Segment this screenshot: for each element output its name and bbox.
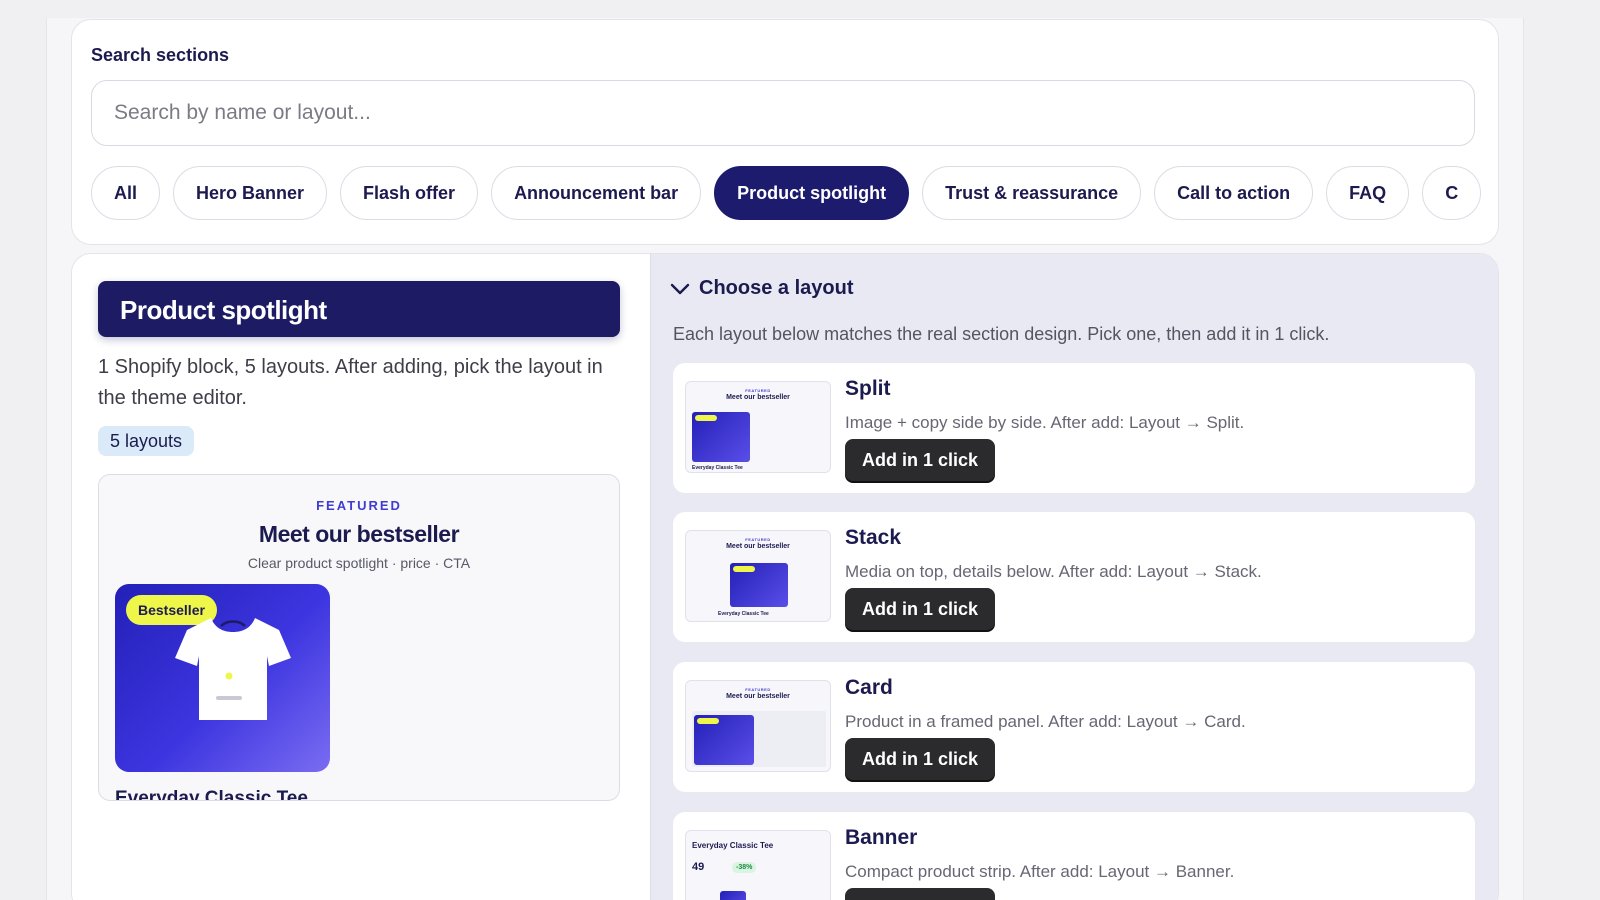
preview-headline: Meet our bestseller	[258, 521, 460, 547]
section-preview: FEATURED Meet our bestseller Clear produ…	[98, 474, 620, 801]
tshirt-icon	[175, 618, 291, 720]
layout-thumbnail-banner: Everyday Classic Tee 49 -38%	[685, 830, 831, 900]
layout-name: Stack	[845, 526, 902, 549]
filter-chip-faq[interactable]: FAQ	[1326, 166, 1410, 220]
layout-thumbnail-card: FEATURED Meet our bestseller	[685, 680, 831, 772]
layout-description: Image + copy side by side. After add: La…	[845, 413, 1245, 432]
thumb-headline: Meet our bestseller	[726, 693, 790, 700]
filter-chip-truncated[interactable]: C	[1422, 166, 1482, 220]
layout-description: Product in a framed panel. After add: La…	[845, 712, 1246, 731]
thumb-product: Everyday Classic Tee	[692, 465, 743, 471]
thumb-image	[720, 891, 746, 900]
filter-chip-trust-reassurance[interactable]: Trust & reassurance	[922, 166, 1142, 220]
thumb-eyebrow: FEATURED	[745, 687, 771, 692]
thumb-image	[694, 715, 754, 765]
thumb-image	[730, 563, 788, 607]
thumb-headline: Meet our bestseller	[726, 394, 790, 401]
preview-eyebrow: FEATURED	[316, 498, 402, 513]
section-title: Product spotlight	[98, 281, 620, 337]
search-input[interactable]	[91, 80, 1475, 146]
layout-description: Media on top, details below. After add: …	[845, 562, 1262, 581]
section-summary: Product spotlight 1 Shopify block, 5 lay…	[72, 254, 650, 900]
thumb-product: Everyday Classic Tee	[692, 841, 774, 850]
layout-chooser-description: Each layout below matches the real secti…	[673, 324, 1330, 344]
thumb-eyebrow: FEATURED	[745, 537, 771, 542]
layout-count-badge: 5 layouts	[98, 426, 195, 456]
layout-thumbnail-split: FEATURED Meet our bestseller Everyday Cl…	[685, 381, 831, 473]
layout-thumbnail-stack: FEATURED Meet our bestseller Everyday Cl…	[685, 530, 831, 622]
choose-layout-heading: Choose a layout	[699, 277, 854, 299]
thumb-image	[692, 412, 750, 462]
thumb-product: Everyday Classic Tee	[718, 611, 769, 617]
preview-product-image: Bestseller	[115, 584, 330, 772]
thumb-discount: -38%	[732, 862, 757, 873]
filter-chips: All Hero Banner Flash offer Announcement…	[91, 166, 1498, 222]
filter-chip-announcement-bar[interactable]: Announcement bar	[491, 166, 702, 220]
layout-chooser: Choose a layout Each layout below matche…	[650, 254, 1498, 900]
layout-description: Compact product strip. After add: Layout…	[845, 862, 1235, 881]
thumb-price: 49	[692, 861, 705, 873]
layout-name: Card	[845, 676, 893, 699]
filter-chip-hero-banner[interactable]: Hero Banner	[173, 166, 328, 220]
filter-chip-flash-offer[interactable]: Flash offer	[340, 166, 479, 220]
filter-chip-all[interactable]: All	[91, 166, 161, 220]
add-layout-banner-button[interactable]: Add in 1 click	[845, 888, 995, 900]
add-layout-card-button[interactable]: Add in 1 click	[845, 738, 995, 780]
filter-chip-call-to-action[interactable]: Call to action	[1154, 166, 1314, 220]
search-panel: Search sections All Hero Banner Flash of…	[71, 19, 1499, 245]
filter-chip-product-spotlight[interactable]: Product spotlight	[714, 166, 910, 220]
layout-card-card: FEATURED Meet our bestseller Card Produc…	[673, 662, 1475, 792]
chevron-down-icon	[669, 278, 691, 300]
search-heading: Search sections	[91, 45, 230, 65]
thumb-headline: Meet our bestseller	[726, 543, 790, 550]
preview-product-name: Everyday Classic Tee	[115, 788, 308, 801]
layout-card-banner: Everyday Classic Tee 49 -38% Banner Comp…	[673, 812, 1475, 900]
add-layout-split-button[interactable]: Add in 1 click	[845, 439, 995, 481]
layout-name: Split	[845, 377, 891, 400]
section-description: 1 Shopify block, 5 layouts. After adding…	[98, 356, 603, 409]
layout-card-split: FEATURED Meet our bestseller Everyday Cl…	[673, 363, 1475, 493]
choose-layout-toggle[interactable]: Choose a layout	[669, 277, 853, 300]
preview-subline: Clear product spotlight · price · CTA	[247, 555, 471, 571]
layout-card-stack: FEATURED Meet our bestseller Everyday Cl…	[673, 512, 1475, 642]
thumb-eyebrow: FEATURED	[745, 388, 771, 393]
main-panel: Product spotlight 1 Shopify block, 5 lay…	[71, 253, 1499, 900]
add-layout-stack-button[interactable]: Add in 1 click	[845, 588, 995, 630]
layout-name: Banner	[845, 826, 918, 849]
